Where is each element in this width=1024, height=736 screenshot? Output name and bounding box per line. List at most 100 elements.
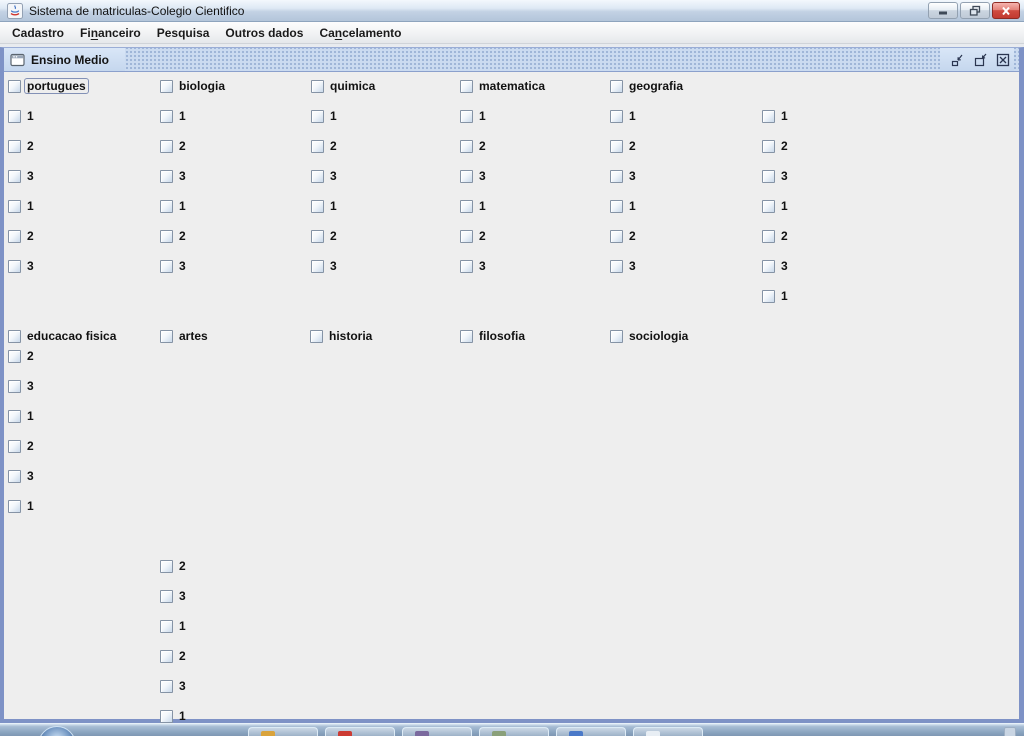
grade-checkbox[interactable]: 2 <box>8 229 36 243</box>
grade-checkbox[interactable]: 2 <box>8 439 36 453</box>
taskbar-button-2[interactable] <box>325 727 395 736</box>
taskbar-button-6[interactable] <box>633 727 703 736</box>
menu-item-outros-dados[interactable]: Outros dados <box>217 23 311 43</box>
subject-checkbox-filosofia[interactable]: filosofia <box>460 329 527 343</box>
grade-checkbox[interactable]: 2 <box>610 139 638 153</box>
grade-checkbox[interactable]: 1 <box>8 199 36 213</box>
checkbox-box <box>8 79 21 93</box>
minimize-button[interactable] <box>928 2 958 19</box>
subject-checkbox-artes[interactable]: artes <box>160 329 210 343</box>
checkbox-label: sociologia <box>629 329 689 343</box>
grade-checkbox[interactable]: 2 <box>610 229 638 243</box>
checkbox-label: 1 <box>27 499 34 513</box>
maximize-button[interactable] <box>971 51 989 69</box>
show-desktop-button[interactable] <box>1004 727 1016 736</box>
menu-item-cadastro[interactable]: Cadastro <box>4 23 72 43</box>
checkbox-label: 1 <box>781 109 788 123</box>
checkbox-label: portugues <box>27 79 86 93</box>
grade-checkbox[interactable]: 3 <box>311 169 339 183</box>
grade-checkbox[interactable]: 3 <box>460 169 488 183</box>
checkbox-label: 1 <box>27 199 34 213</box>
subject-checkbox-quimica[interactable]: quimica <box>311 79 377 93</box>
checkbox-box <box>610 79 623 93</box>
grade-checkbox[interactable]: 1 <box>8 109 36 123</box>
grade-checkbox[interactable]: 1 <box>610 109 638 123</box>
internal-frame-title: Ensino Medio <box>31 52 109 67</box>
close-button[interactable] <box>992 2 1020 19</box>
taskbar-button-3[interactable] <box>402 727 472 736</box>
grade-checkbox[interactable]: 1 <box>160 109 188 123</box>
checkbox-box <box>311 109 324 123</box>
grade-checkbox[interactable]: 3 <box>160 589 188 603</box>
grade-checkbox[interactable]: 2 <box>311 139 339 153</box>
grade-checkbox[interactable]: 1 <box>762 109 790 123</box>
grade-checkbox[interactable]: 3 <box>8 379 36 393</box>
grade-checkbox[interactable]: 1 <box>762 199 790 213</box>
iconify-button[interactable] <box>948 51 966 69</box>
checkbox-box <box>310 329 323 343</box>
grade-checkbox[interactable]: 3 <box>8 259 36 273</box>
checkbox-box <box>460 109 473 123</box>
checkbox-box <box>160 79 173 93</box>
internal-frame: Ensino Medio <box>0 47 1024 723</box>
grade-checkbox[interactable]: 1 <box>160 709 188 723</box>
grade-checkbox[interactable]: 3 <box>8 469 36 483</box>
grade-checkbox[interactable]: 2 <box>8 139 36 153</box>
grade-checkbox[interactable]: 2 <box>160 139 188 153</box>
grade-checkbox[interactable]: 2 <box>8 349 36 363</box>
menu-item-financeiro[interactable]: Financeiro <box>72 23 149 43</box>
subject-checkbox-historia[interactable]: historia <box>310 329 374 343</box>
checkbox-box <box>8 109 21 123</box>
checkbox-box <box>8 469 21 483</box>
grade-checkbox[interactable]: 2 <box>160 649 188 663</box>
grade-checkbox[interactable]: 1 <box>762 289 790 303</box>
menu-item-pesquisa[interactable]: Pesquisa <box>149 23 218 43</box>
subject-checkbox-sociologia[interactable]: sociologia <box>610 329 690 343</box>
grade-checkbox[interactable]: 1 <box>160 619 188 633</box>
grade-checkbox[interactable]: 1 <box>311 199 339 213</box>
grade-checkbox[interactable]: 3 <box>762 169 790 183</box>
checkbox-label: 2 <box>781 229 788 243</box>
grade-checkbox[interactable]: 2 <box>460 229 488 243</box>
grade-checkbox[interactable]: 3 <box>762 259 790 273</box>
checkbox-box <box>762 169 775 183</box>
grade-checkbox[interactable]: 3 <box>610 169 638 183</box>
grade-checkbox[interactable]: 2 <box>160 559 188 573</box>
restore-button[interactable] <box>960 2 990 19</box>
grade-checkbox[interactable]: 3 <box>311 259 339 273</box>
grade-checkbox[interactable]: 3 <box>460 259 488 273</box>
grade-checkbox[interactable]: 1 <box>460 109 488 123</box>
grade-checkbox[interactable]: 3 <box>610 259 638 273</box>
subject-checkbox-portugues[interactable]: portugues <box>8 79 88 93</box>
taskbar-button-4[interactable] <box>479 727 549 736</box>
start-orb[interactable] <box>38 726 76 736</box>
grade-checkbox[interactable]: 1 <box>460 199 488 213</box>
grade-checkbox[interactable]: 2 <box>311 229 339 243</box>
grade-checkbox[interactable]: 2 <box>160 229 188 243</box>
grade-checkbox[interactable]: 3 <box>160 679 188 693</box>
grade-checkbox[interactable]: 3 <box>8 169 36 183</box>
grade-checkbox[interactable]: 3 <box>160 169 188 183</box>
subject-checkbox-matematica[interactable]: matematica <box>460 79 547 93</box>
subject-checkbox-educacao-fisica[interactable]: educacao fisica <box>8 329 118 343</box>
grade-checkbox[interactable]: 2 <box>762 229 790 243</box>
grade-checkbox[interactable]: 2 <box>762 139 790 153</box>
checkbox-label: 3 <box>781 169 788 183</box>
grade-checkbox[interactable]: 2 <box>460 139 488 153</box>
grade-checkbox[interactable]: 1 <box>311 109 339 123</box>
grade-checkbox[interactable]: 1 <box>8 499 36 513</box>
checkbox-label: 1 <box>330 199 337 213</box>
frame-close-button[interactable] <box>994 51 1012 69</box>
grade-checkbox[interactable]: 1 <box>8 409 36 423</box>
close-icon <box>1002 6 1010 15</box>
menu-item-cancelamento[interactable]: Cancelamento <box>311 23 409 43</box>
subject-checkbox-geografia[interactable]: geografia <box>610 79 685 93</box>
grade-checkbox[interactable]: 3 <box>160 259 188 273</box>
checkbox-box <box>160 199 173 213</box>
grade-checkbox[interactable]: 1 <box>610 199 638 213</box>
purple-app-icon <box>415 731 429 736</box>
taskbar-button-1[interactable] <box>248 727 318 736</box>
grade-checkbox[interactable]: 1 <box>160 199 188 213</box>
subject-checkbox-biologia[interactable]: biologia <box>160 79 227 93</box>
taskbar-button-5[interactable] <box>556 727 626 736</box>
